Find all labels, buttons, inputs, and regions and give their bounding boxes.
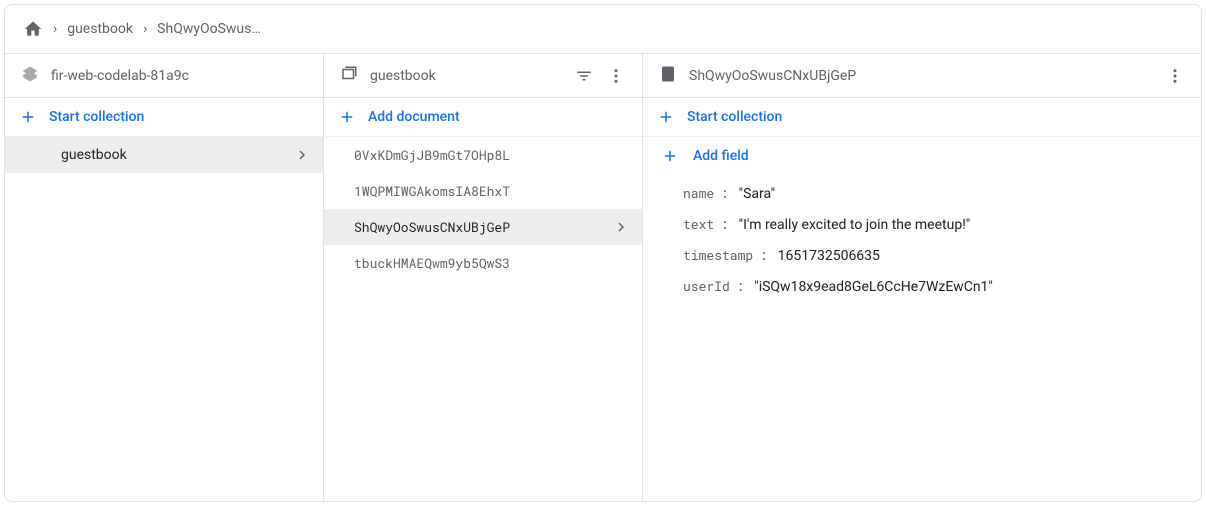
document-title: ShQwyOoSwusCNxUBjGeP [689, 68, 1153, 84]
document-item[interactable]: tbuckHMAEQwm9yb5QwS3 [324, 245, 642, 281]
field-key: text [683, 215, 714, 233]
chevron-right-icon [293, 146, 311, 164]
root-panel: fir-web-codelab-81a9c Start collection g… [5, 54, 324, 501]
start-subcollection-label: Start collection [687, 109, 782, 125]
collection-item-label: guestbook [61, 147, 127, 163]
add-field-button[interactable]: Add field [643, 137, 1201, 175]
start-collection-label: Start collection [49, 109, 144, 125]
add-document-label: Add document [368, 109, 460, 125]
breadcrumb-collection[interactable]: guestbook [67, 21, 133, 37]
plus-icon [19, 108, 37, 126]
columns: fir-web-codelab-81a9c Start collection g… [5, 54, 1201, 501]
collection-title: guestbook [370, 68, 562, 84]
field-value: "Sara" [739, 186, 776, 202]
document-panel-header: ShQwyOoSwusCNxUBjGeP [643, 54, 1201, 98]
add-field-label: Add field [693, 148, 749, 164]
chevron-right-icon: › [53, 21, 57, 37]
breadcrumb-document[interactable]: ShQwyOoSwus… [157, 21, 261, 37]
field-row-name[interactable]: name: "Sara" [683, 177, 1183, 208]
field-value: "I'm really excited to join the meetup!" [739, 217, 971, 233]
field-key: userId [683, 277, 730, 295]
root-panel-header: fir-web-codelab-81a9c [5, 54, 323, 98]
add-document-button[interactable]: Add document [324, 98, 642, 137]
documents-panel: guestbook Add document 0VxKDmGjJB9mGt7OH… [324, 54, 643, 501]
field-row-timestamp[interactable]: timestamp: 1651732506635 [683, 239, 1183, 270]
document-icon [659, 65, 677, 87]
collection-item-guestbook[interactable]: guestbook [5, 137, 323, 173]
field-key: name [683, 184, 714, 202]
document-id: ShQwyOoSwusCNxUBjGeP [354, 218, 510, 236]
field-value: "iSQw18x9ead8GeL6CcHe7WzEwCn1" [754, 279, 993, 295]
chevron-right-icon: › [143, 21, 147, 37]
plus-icon [661, 147, 679, 165]
breadcrumb: › guestbook › ShQwyOoSwus… [5, 5, 1201, 54]
document-id: tbuckHMAEQwm9yb5QwS3 [354, 254, 510, 272]
more-vert-icon[interactable] [1165, 66, 1185, 86]
home-icon[interactable] [23, 19, 43, 39]
project-id: fir-web-codelab-81a9c [51, 68, 307, 84]
start-collection-button[interactable]: Start collection [5, 98, 323, 137]
document-panel: ShQwyOoSwusCNxUBjGeP Start collection Ad… [643, 54, 1201, 501]
plus-icon [657, 108, 675, 126]
document-id: 1WQPMIWGAkomsIA8EhxT [354, 182, 510, 200]
collections-list: guestbook [5, 137, 323, 501]
filter-icon[interactable] [574, 66, 594, 86]
plus-icon [338, 108, 356, 126]
document-item[interactable]: 1WQPMIWGAkomsIA8EhxT [324, 173, 642, 209]
documents-list: 0VxKDmGjJB9mGt7OHp8L 1WQPMIWGAkomsIA8Ehx… [324, 137, 642, 501]
more-vert-icon[interactable] [606, 66, 626, 86]
start-subcollection-button[interactable]: Start collection [643, 98, 1201, 137]
documents-panel-header: guestbook [324, 54, 642, 98]
field-row-text[interactable]: text: "I'm really excited to join the me… [683, 208, 1183, 239]
field-value: 1651732506635 [778, 248, 880, 264]
database-icon [21, 65, 39, 87]
document-item[interactable]: ShQwyOoSwusCNxUBjGeP [324, 209, 642, 245]
firestore-data-viewer: › guestbook › ShQwyOoSwus… fir-web-codel… [4, 4, 1202, 502]
collection-icon [340, 65, 358, 87]
document-id: 0VxKDmGjJB9mGt7OHp8L [354, 146, 510, 164]
document-item[interactable]: 0VxKDmGjJB9mGt7OHp8L [324, 137, 642, 173]
fields-list: name: "Sara" text: "I'm really excited t… [643, 175, 1201, 311]
field-key: timestamp [683, 246, 753, 264]
chevron-right-icon [612, 218, 630, 236]
field-row-userid[interactable]: userId: "iSQw18x9ead8GeL6CcHe7WzEwCn1" [683, 270, 1183, 301]
